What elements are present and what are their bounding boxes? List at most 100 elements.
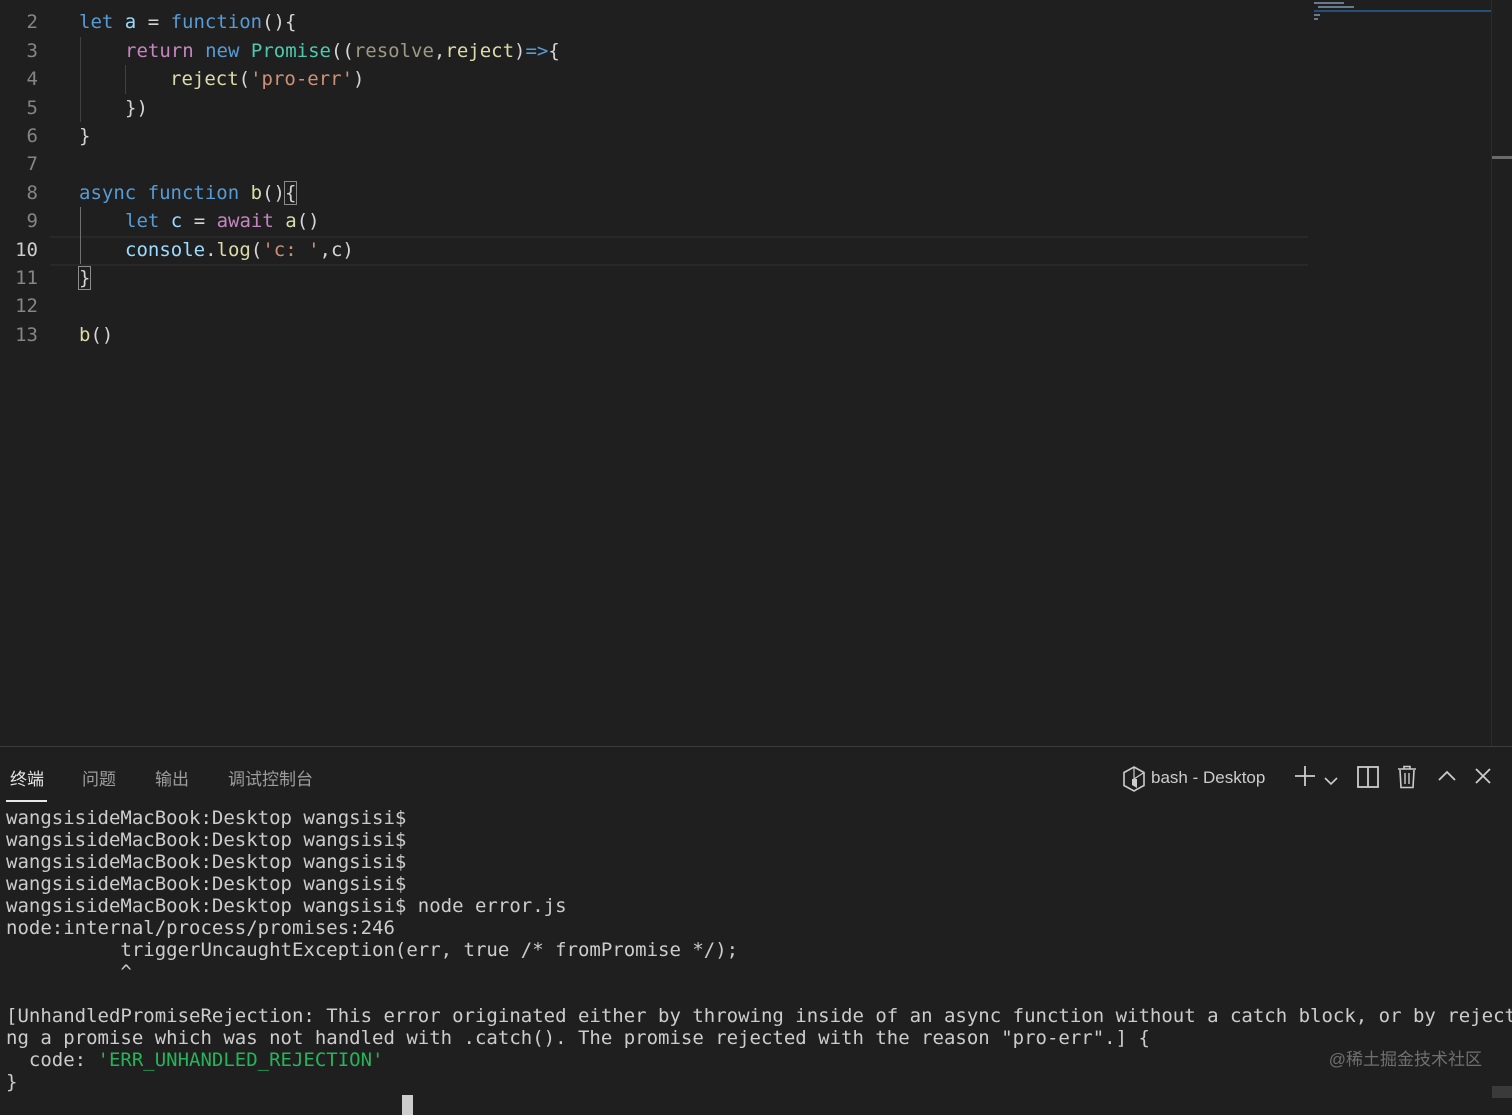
terminal-line-code: code: 'ERR_UNHANDLED_REJECTION' [6, 1049, 1486, 1071]
terminal-prompt-line [6, 1093, 1486, 1115]
line-number: 5 [26, 97, 38, 119]
token-parameter: reject [445, 40, 515, 62]
line-number: 11 [15, 267, 38, 289]
token-punctuation: } [79, 125, 91, 147]
terminal-shell-icon [1122, 766, 1146, 797]
token-string: 'c: ' [262, 239, 320, 261]
token-function: a [285, 210, 297, 232]
terminal-line: node:internal/process/promises:246 [6, 917, 395, 939]
terminal-output[interactable]: wangsisideMacBook:Desktop wangsisi$ wang… [6, 807, 1512, 1115]
terminal-line: wangsisideMacBook:Desktop wangsisi$ node… [6, 895, 567, 917]
token-arrow: => [525, 40, 549, 62]
terminal-code-key: code: [6, 1049, 98, 1071]
panel-tabs: 终端 问题 输出 调试控制台 [0, 747, 700, 803]
line-number: 12 [15, 295, 38, 317]
tab-problems[interactable]: 问题 [82, 765, 116, 790]
terminal-instance-name[interactable]: bash - Desktop [1151, 768, 1265, 788]
token-string: 'pro-err' [250, 68, 354, 90]
token-operator: = [193, 210, 206, 232]
token-punctuation: }) [125, 97, 148, 119]
token-keyword: function [170, 11, 263, 33]
token-keyword: return [125, 40, 194, 62]
terminal-line: ng a promise which was not handled with … [6, 1027, 1150, 1049]
token-punctuation: . [205, 239, 217, 261]
token-punctuation: () [90, 324, 114, 346]
active-tab-indicator [6, 800, 47, 802]
close-icon[interactable] [1475, 768, 1491, 789]
line-number: 3 [26, 40, 38, 62]
minimap[interactable] [1314, 2, 1492, 24]
code-line-9: let c = await a() [125, 207, 320, 235]
watermark: @稀土掘金技术社区 [1328, 1050, 1482, 1069]
token-punctuation: ,c) [319, 239, 354, 261]
token-punctuation: () [296, 210, 320, 232]
line-number: 2 [26, 11, 38, 33]
minimap-line [1314, 18, 1318, 20]
token-punctuation: ( [250, 239, 263, 261]
token-operator: = [147, 11, 160, 33]
editor-scrollbar[interactable] [1491, 0, 1512, 746]
minimap-line [1314, 10, 1492, 12]
token-variable: a [124, 11, 137, 33]
token-bracket-match: } [77, 266, 92, 290]
terminal-scrollbar[interactable] [1492, 1086, 1512, 1098]
terminal-line: } [6, 1071, 18, 1093]
chevron-down-icon[interactable] [1324, 773, 1338, 791]
terminal-line: triggerUncaughtException(err, true /* fr… [6, 939, 739, 961]
indent-guide-active [80, 207, 81, 264]
token-punctuation: (( [330, 40, 354, 62]
token-punctuation: (){ [262, 11, 297, 33]
token-bracket-match: { [283, 181, 298, 205]
terminal-cursor [402, 1094, 413, 1115]
indent-guide [80, 37, 81, 122]
minimap-line [1314, 14, 1320, 16]
trash-icon[interactable] [1397, 765, 1417, 794]
token-punctuation: ( [238, 68, 251, 90]
terminal-line: wangsisideMacBook:Desktop wangsisi$ [6, 873, 407, 895]
minimap-line [1314, 2, 1344, 4]
line-number: 4 [26, 68, 38, 90]
token-punctuation: () [262, 182, 285, 204]
tab-terminal[interactable]: 终端 [10, 765, 44, 790]
code-line-6: } [79, 122, 90, 150]
tab-output[interactable]: 输出 [155, 765, 189, 790]
line-number: 9 [26, 210, 38, 232]
split-icon[interactable] [1357, 766, 1379, 793]
terminal-code-value: 'ERR_UNHANDLED_REJECTION' [97, 1049, 384, 1071]
token-function: b [79, 324, 91, 346]
chevron-up-icon[interactable] [1438, 769, 1456, 787]
terminal-line: wangsisideMacBook:Desktop wangsisi$ [6, 829, 407, 851]
token-parameter: resolve [353, 40, 434, 62]
plus-icon[interactable] [1294, 765, 1316, 792]
token-keyword: let [79, 11, 114, 33]
line-number: 6 [26, 125, 38, 147]
code-line-4: reject('pro-err') [170, 65, 365, 93]
code-line-8: async function b(){ [79, 179, 298, 207]
tab-debug-console[interactable]: 调试控制台 [228, 765, 313, 790]
token-punctuation: ) [514, 40, 526, 62]
code-line-10: console.log('c: ',c) [125, 236, 354, 264]
token-function: log [216, 239, 251, 261]
token-punctuation: , [433, 40, 446, 62]
minimap-line [1318, 6, 1354, 8]
line-number: 7 [26, 153, 38, 175]
token-function: b [250, 182, 263, 204]
code-line-11: } [77, 264, 92, 292]
token-keyword: let [125, 210, 160, 232]
token-keyword: async [79, 182, 137, 204]
terminal-line: [UnhandledPromiseRejection: This error o… [6, 1005, 1512, 1027]
code-line-13: b() [79, 321, 113, 349]
token-keyword: await [216, 210, 274, 232]
token-class: Promise [250, 40, 331, 62]
token-variable: console [125, 239, 206, 261]
token-keyword: function [147, 182, 240, 204]
terminal-line: wangsisideMacBook:Desktop wangsisi$ [6, 807, 407, 829]
token-keyword: new [205, 40, 240, 62]
terminal-line: wangsisideMacBook:Desktop wangsisi$ [6, 851, 407, 873]
bottom-panel: 终端 问题 输出 调试控制台 bash - Desktop wangsiside… [0, 746, 1512, 1115]
token-punctuation: ) [353, 68, 365, 90]
terminal-line: ^ [6, 961, 132, 983]
line-number: 13 [15, 324, 38, 346]
code-line-3: return new Promise((resolve,reject)=>{ [125, 37, 560, 65]
code-editor[interactable]: 2 3 4 5 6 7 8 9 10 11 12 13 let a = func… [0, 0, 1512, 746]
